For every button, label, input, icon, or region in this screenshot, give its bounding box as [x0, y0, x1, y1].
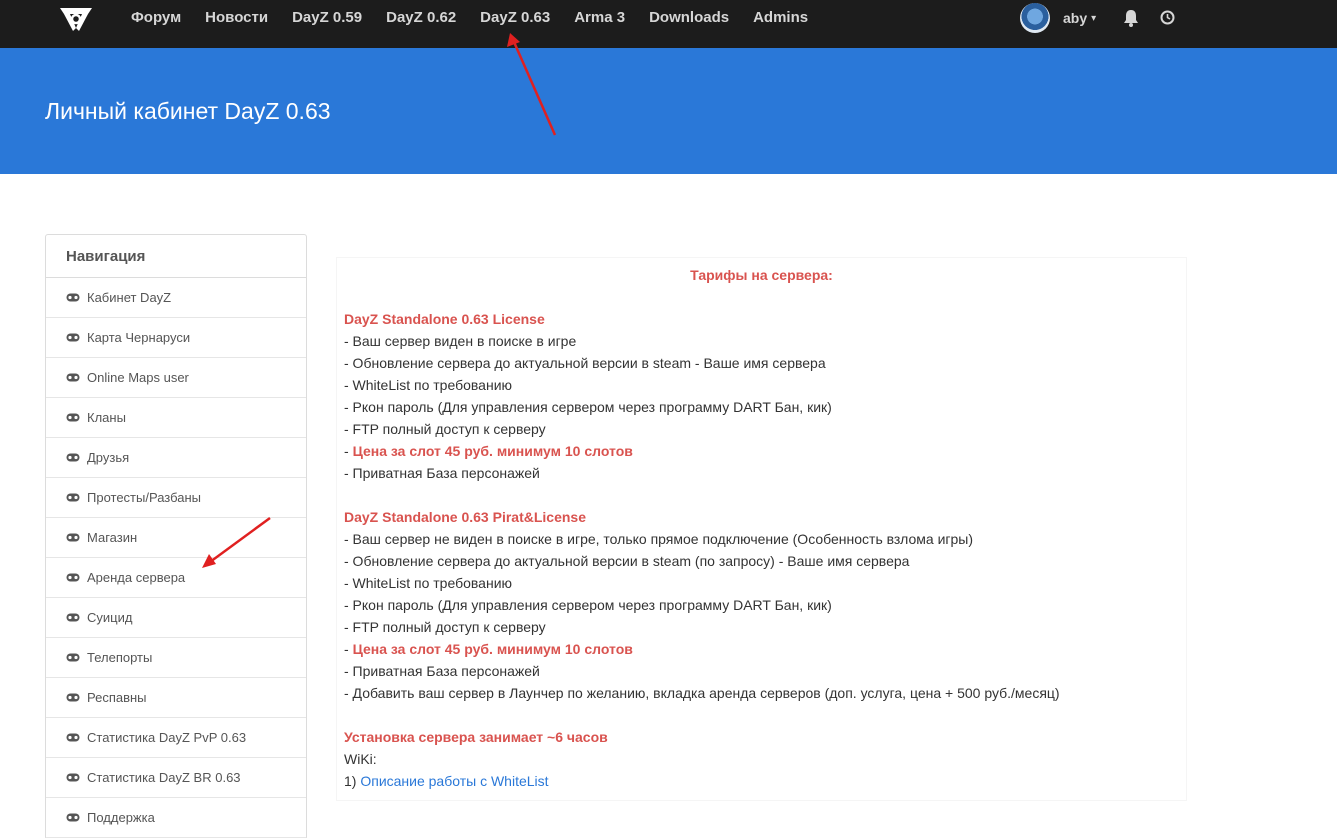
main-nav: Форум Новости DayZ 0.59 DayZ 0.62 DayZ 0… — [119, 0, 820, 36]
top-navbar: Форум Новости DayZ 0.59 DayZ 0.62 DayZ 0… — [0, 0, 1337, 48]
gamepad-icon — [66, 493, 80, 502]
pirat-price: Цена за слот 45 руб. минимум 10 слотов — [352, 641, 633, 657]
sidebar-item[interactable]: Карта Чернаруси — [46, 318, 306, 358]
sidebar: Навигация Кабинет DayZ Карта Чернаруси Onl… — [45, 234, 307, 838]
install-note: Установка сервера занимает ~6 часов — [344, 729, 608, 745]
license-feature: - WhiteList по требованию — [344, 377, 513, 393]
sidebar-item[interactable]: Аренда сервера — [46, 558, 306, 598]
nav-arma-3[interactable]: Arma 3 — [562, 0, 637, 36]
user-menu[interactable]: aby ▾ — [1020, 3, 1096, 33]
gamepad-icon — [66, 533, 80, 542]
sidebar-item-label: Телепорты — [87, 650, 153, 665]
nav-forum[interactable]: Форум — [119, 0, 193, 36]
gamepad-icon — [66, 813, 80, 822]
license-price-line: - Цена за слот 45 руб. минимум 10 слотов — [344, 443, 633, 459]
pirat-feature: - Добавить ваш сервер в Лаунчер по желан… — [344, 685, 1060, 701]
gamepad-icon — [66, 453, 80, 462]
pirat-feature: - Ваш сервер не виден в поиске в игре, т… — [344, 531, 974, 547]
sidebar-item-label: Карта Чернаруси — [87, 330, 191, 345]
sidebar-item-label: Статистика DayZ PvP 0.63 — [87, 730, 247, 745]
nav-downloads[interactable]: Downloads — [637, 0, 741, 36]
sidebar-item-label: Online Maps user — [87, 370, 189, 385]
pirat-heading: DayZ Standalone 0.63 Pirat&License — [344, 509, 586, 525]
pirat-feature: - Приватная База персонажей — [344, 663, 540, 679]
gamepad-icon — [66, 573, 80, 582]
tariffs-panel: Тарифы на сервера: DayZ Standalone 0.63 … — [337, 258, 1186, 800]
tariffs-title: Тарифы на сервера: — [690, 267, 833, 283]
page-title: Личный кабинет DayZ 0.63 — [45, 98, 331, 124]
sidebar-item[interactable]: Поддержка — [46, 798, 306, 838]
license-feature: - Обновление сервера до актуальной верси… — [344, 355, 826, 371]
license-feature: - FTP полный доступ к серверу — [344, 421, 546, 437]
gamepad-icon — [66, 733, 80, 742]
wiki-item: 1) Описание работы с WhiteList — [344, 773, 549, 789]
sidebar-item[interactable]: Статистика DayZ BR 0.63 — [46, 758, 306, 798]
sidebar-item-label: Магазин — [87, 530, 138, 545]
chevron-down-icon[interactable]: ▾ — [1091, 13, 1096, 24]
sidebar-item[interactable]: Друзья — [46, 438, 306, 478]
license-feature: - Ркон пароль (Для управления сервером ч… — [344, 399, 832, 415]
page-banner: Личный кабинет DayZ 0.63 — [0, 48, 1337, 174]
sidebar-item[interactable]: Кабинет DayZ — [46, 278, 306, 318]
sidebar-heading: Навигация — [46, 235, 306, 278]
clock-icon[interactable] — [1160, 10, 1175, 25]
gamepad-icon — [66, 773, 80, 782]
sidebar-item[interactable]: Online Maps user — [46, 358, 306, 398]
whitelist-wiki-link[interactable]: Описание работы с WhiteList — [360, 773, 548, 789]
sidebar-item-label: Друзья — [87, 450, 130, 465]
gamepad-icon — [66, 613, 80, 622]
pirat-feature: - FTP полный доступ к серверу — [344, 619, 546, 635]
license-last-line: - Приватная База персонажей — [344, 465, 540, 481]
nav-dayz-059[interactable]: DayZ 0.59 — [280, 0, 374, 36]
nav-admins[interactable]: Admins — [741, 0, 820, 36]
sidebar-item-label: Протесты/Разбаны — [87, 490, 202, 505]
avatar[interactable] — [1020, 3, 1050, 33]
sidebar-item[interactable]: Кланы — [46, 398, 306, 438]
sidebar-item-label: Аренда сервера — [87, 570, 186, 585]
gamepad-icon — [66, 653, 80, 662]
bell-icon[interactable] — [1123, 9, 1139, 27]
nav-dayz-062[interactable]: DayZ 0.62 — [374, 0, 468, 36]
pirat-price-line: - Цена за слот 45 руб. минимум 10 слотов — [344, 641, 633, 657]
site-logo[interactable] — [58, 6, 94, 32]
sidebar-item-label: Статистика DayZ BR 0.63 — [87, 770, 241, 785]
sidebar-item-label: Суицид — [87, 610, 133, 625]
sidebar-item[interactable]: Телепорты — [46, 638, 306, 678]
username[interactable]: aby — [1063, 10, 1087, 26]
license-price: Цена за слот 45 руб. минимум 10 слотов — [352, 443, 633, 459]
nav-news[interactable]: Новости — [193, 0, 280, 36]
pirat-feature: - Обновление сервера до актуальной верси… — [344, 553, 910, 569]
sidebar-item-label: Респавны — [87, 690, 147, 705]
gamepad-icon — [66, 333, 80, 342]
sidebar-item-label: Кабинет DayZ — [87, 290, 172, 305]
sidebar-item[interactable]: Протесты/Разбаны — [46, 478, 306, 518]
sidebar-item-label: Кланы — [87, 410, 126, 425]
sidebar-item[interactable]: Суицид — [46, 598, 306, 638]
nav-dayz-063[interactable]: DayZ 0.63 — [468, 0, 562, 36]
license-heading: DayZ Standalone 0.63 License — [344, 311, 545, 327]
sidebar-item-label: Поддержка — [87, 810, 155, 825]
gamepad-icon — [66, 693, 80, 702]
wiki-label: WiKi: — [344, 751, 377, 767]
sidebar-item[interactable]: Магазин — [46, 518, 306, 558]
sidebar-item[interactable]: Респавны — [46, 678, 306, 718]
sidebar-item[interactable]: Статистика DayZ PvP 0.63 — [46, 718, 306, 758]
gamepad-icon — [66, 413, 80, 422]
gamepad-icon — [66, 373, 80, 382]
license-feature: - Ваш сервер виден в поиске в игре — [344, 333, 577, 349]
sidebar-list: Кабинет DayZ Карта Чернаруси Online Maps u… — [46, 278, 306, 838]
pirat-feature: - Ркон пароль (Для управления сервером ч… — [344, 597, 832, 613]
gamepad-icon — [66, 293, 80, 302]
pirat-feature: - WhiteList по требованию — [344, 575, 513, 591]
